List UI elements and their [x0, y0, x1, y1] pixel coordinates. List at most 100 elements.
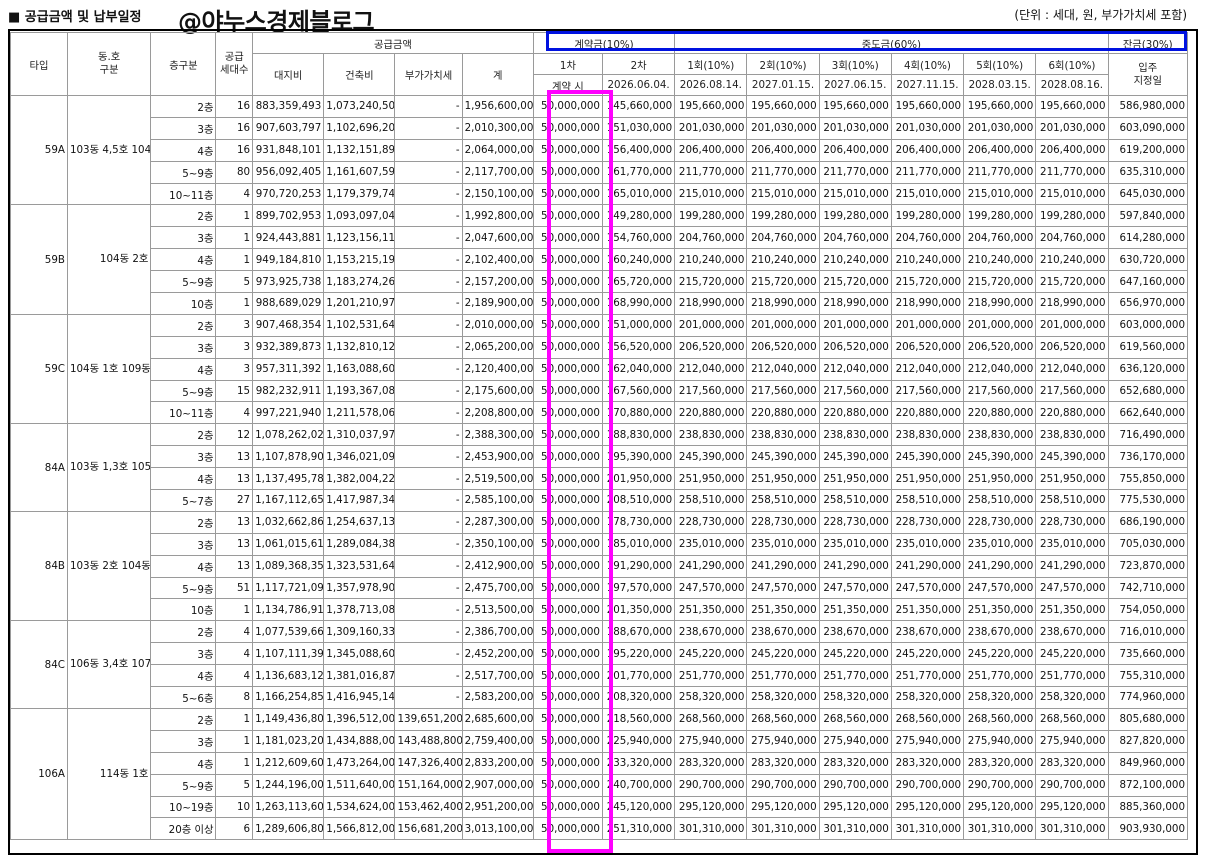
- table-cell: 1,078,262,025: [252, 423, 325, 447]
- table-cell: 195,390,000: [601, 445, 676, 469]
- table-cell: -: [394, 686, 463, 709]
- table-cell: 206,520,000: [963, 335, 1037, 359]
- table-cell: 295,120,000: [890, 795, 965, 819]
- table-cell: 220,880,000: [818, 401, 892, 425]
- table-cell: 218,560,000: [601, 707, 676, 731]
- table-cell: 2,585,100,000: [461, 489, 534, 512]
- table-cell: 2,517,700,000: [461, 664, 534, 688]
- table-cell: 245,390,000: [746, 445, 820, 469]
- table-cell: 4: [215, 664, 254, 688]
- table-cell: -: [394, 95, 463, 118]
- table-cell: 2,388,300,000: [461, 423, 534, 447]
- table-cell: 1,153,215,190: [323, 248, 396, 272]
- table-cell: 1,107,878,902: [252, 445, 325, 469]
- table-cell: 215,720,000: [674, 270, 748, 294]
- table-cell: 218,990,000: [963, 292, 1037, 315]
- table-cell: 16: [215, 95, 254, 118]
- table-cell: 2층: [150, 313, 217, 337]
- table-cell: 614,280,000: [1107, 226, 1189, 250]
- table-cell: 247,570,000: [890, 576, 965, 600]
- table-cell: 210,240,000: [890, 248, 965, 272]
- table-cell: 268,560,000: [1035, 707, 1109, 731]
- table-cell: 10~19층: [150, 795, 217, 819]
- table-cell: 238,670,000: [746, 620, 820, 644]
- table-cell: 247,570,000: [1035, 576, 1109, 600]
- table-cell: 4: [215, 401, 254, 425]
- table-cell: 2,010,300,000: [461, 116, 534, 140]
- table-cell: -: [394, 226, 463, 250]
- table-cell: 245,390,000: [890, 445, 965, 469]
- table-cell: 2,685,600,000: [461, 707, 534, 731]
- table-cell: 645,030,000: [1107, 182, 1189, 206]
- table-cell: 872,100,000: [1107, 773, 1189, 797]
- table-cell: 268,560,000: [963, 707, 1037, 731]
- table-cell: 2,189,900,000: [461, 292, 534, 315]
- table-cell: 4층: [150, 138, 217, 162]
- table-cell: 290,700,000: [818, 773, 892, 797]
- table-cell: -: [394, 357, 463, 381]
- table-cell: 268,560,000: [674, 707, 748, 731]
- table-cell: 295,120,000: [963, 795, 1037, 819]
- table-cell: 982,232,911: [252, 379, 325, 403]
- table-cell: 241,290,000: [963, 554, 1037, 578]
- table-cell: 13: [215, 510, 254, 534]
- table-cell: 630,720,000: [1107, 248, 1189, 272]
- table-cell: 907,468,354: [252, 313, 325, 337]
- table-cell: 5: [215, 270, 254, 294]
- table-cell: 235,010,000: [963, 532, 1037, 556]
- table-cell: 235,010,000: [674, 532, 748, 556]
- table-cell: 80: [215, 160, 254, 184]
- table-cell: 755,850,000: [1107, 467, 1189, 491]
- table-cell: 5~9층: [150, 773, 217, 797]
- table-cell: 235,010,000: [818, 532, 892, 556]
- table-cell: 619,200,000: [1107, 138, 1189, 162]
- table-cell: 754,050,000: [1107, 598, 1189, 622]
- header-units: 공급 세대수: [215, 32, 254, 96]
- table-cell: 988,689,029: [252, 292, 325, 315]
- table-cell: 204,760,000: [963, 226, 1037, 250]
- table-cell: 208,510,000: [601, 489, 676, 512]
- table-cell: 204,760,000: [1035, 226, 1109, 250]
- table-cell: 206,400,000: [1035, 138, 1109, 162]
- table-cell: 1: [215, 707, 254, 731]
- table-cell: 245,390,000: [1035, 445, 1109, 469]
- table-cell: -: [394, 270, 463, 294]
- table-cell: 211,770,000: [963, 160, 1037, 184]
- table-cell: 206,400,000: [818, 138, 892, 162]
- table-cell: 251,770,000: [890, 664, 965, 688]
- table-cell: -: [394, 160, 463, 184]
- table-cell: 295,120,000: [1035, 795, 1109, 819]
- table-cell: 1,201,210,971: [323, 292, 396, 315]
- table-cell: 247,570,000: [746, 576, 820, 600]
- table-cell: 238,830,000: [1035, 423, 1109, 447]
- table-cell: -: [394, 248, 463, 272]
- table-cell: 2,833,200,000: [461, 751, 534, 775]
- table-cell: 168,990,000: [601, 292, 676, 315]
- table-cell: 805,680,000: [1107, 707, 1189, 731]
- header-m2-date: 2027.01.15.: [746, 74, 820, 96]
- table-cell: 883,359,493: [252, 95, 325, 118]
- table-cell: 206,400,000: [746, 138, 820, 162]
- table-cell: 931,848,101: [252, 138, 325, 162]
- table-cell: 210,240,000: [746, 248, 820, 272]
- table-cell: 275,940,000: [674, 729, 748, 753]
- table-cell: 206,400,000: [963, 138, 1037, 162]
- table-cell: 716,010,000: [1107, 620, 1189, 644]
- table-cell: -: [394, 664, 463, 688]
- table-cell: 235,010,000: [1035, 532, 1109, 556]
- table-cell: 3층: [150, 335, 217, 359]
- unit-type: 84C: [10, 620, 68, 709]
- table-cell: 241,290,000: [674, 554, 748, 578]
- table-cell: 51: [215, 576, 254, 600]
- table-cell: 245,220,000: [890, 642, 965, 666]
- table-cell: 2,951,200,000: [461, 795, 534, 819]
- table-cell: 10층: [150, 292, 217, 315]
- table-cell: 195,660,000: [746, 95, 820, 118]
- table-cell: 1,163,088,608: [323, 357, 396, 381]
- table-cell: 4층: [150, 248, 217, 272]
- table-cell: 238,670,000: [890, 620, 965, 644]
- table-cell: 218,990,000: [890, 292, 965, 315]
- table-cell: 1,309,160,338: [323, 620, 396, 644]
- header-type: 타입: [10, 32, 68, 96]
- table-cell: 1,212,609,600: [252, 751, 325, 775]
